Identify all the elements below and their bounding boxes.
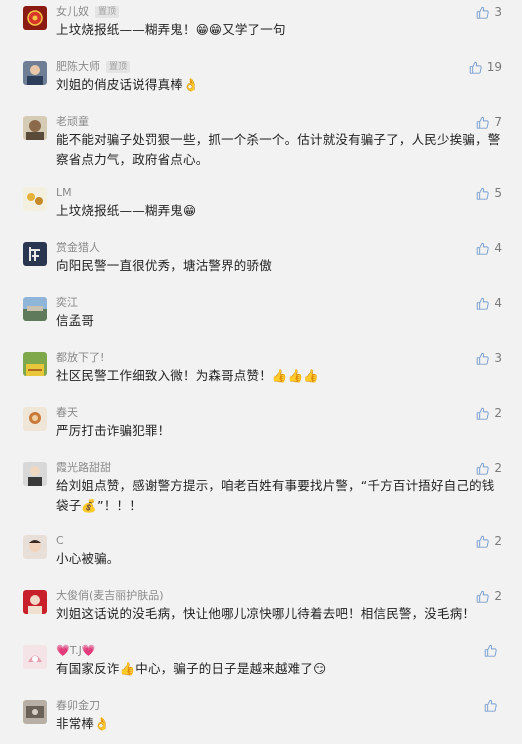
commenter-name: 赏金猎人 <box>56 241 100 255</box>
thumbs-up-icon <box>477 297 490 310</box>
like-button[interactable]: 4 <box>476 241 502 255</box>
thumbs-up-icon <box>477 242 490 255</box>
avatar[interactable] <box>23 590 47 614</box>
commenter-name: 霞光路甜甜 <box>56 461 111 475</box>
like-button[interactable]: 2 <box>476 461 502 475</box>
like-count: 2 <box>494 461 502 475</box>
commenter-name: 春天 <box>56 406 78 420</box>
avatar[interactable] <box>23 700 47 724</box>
commenter-name-text: C <box>56 534 64 547</box>
thumbs-up-icon <box>477 462 490 475</box>
commenter-name: 大俊俏(麦吉丽护肤品) <box>56 589 164 603</box>
commenter-name-text: 奕江 <box>56 296 78 309</box>
comment-text: 上坟烧报纸——糊弄鬼！😁😁又学了一句 <box>56 22 286 37</box>
commenter-name: 女儿奴 置顶 <box>56 5 120 19</box>
like-button[interactable]: 3 <box>476 5 502 19</box>
comment-text: 信孟哥 <box>56 313 95 328</box>
like-button[interactable] <box>484 699 502 712</box>
thumbs-up-icon <box>477 6 490 19</box>
like-button[interactable]: 3 <box>476 351 502 365</box>
comment-text: 给刘姐点赞，感谢警方提示，咱老百姓有事要找片警，“千方百计捂好自己的钱袋子💰”！… <box>56 478 495 513</box>
comment-text: 有国家反诈👍中心，骗子的日子是越来越难了😏 <box>56 661 327 676</box>
like-button[interactable] <box>484 644 502 657</box>
comment-text: 刘姐这话说的没毛病，快让他哪儿凉快哪儿待着去吧！相信民警，没毛病！ <box>56 606 476 621</box>
like-button[interactable]: 2 <box>476 534 502 548</box>
like-count: 4 <box>494 296 502 310</box>
commenter-name-text: 都放下了! <box>56 351 105 364</box>
like-button[interactable]: 4 <box>476 296 502 310</box>
like-button[interactable]: 5 <box>476 186 502 200</box>
comment-text: 能不能对骗子处罚狠一些，抓一个杀一个。估计就没有骗子了，人民少挨骗，警察省点力气… <box>56 132 501 167</box>
avatar[interactable] <box>23 297 47 321</box>
avatar[interactable] <box>23 187 47 211</box>
commenter-name-text: 大俊俏(麦吉丽护肤品) <box>56 589 164 602</box>
thumbs-up-icon <box>469 61 482 74</box>
like-count: 5 <box>494 186 502 200</box>
like-button[interactable]: 2 <box>476 406 502 420</box>
commenter-name-text: LM <box>56 186 72 199</box>
avatar[interactable] <box>23 645 47 669</box>
avatar[interactable] <box>23 61 47 85</box>
comment-text: 严厉打击诈骗犯罪！ <box>56 423 171 438</box>
thumbs-up-icon <box>484 699 497 712</box>
commenter-name: 奕江 <box>56 296 78 310</box>
commenter-name-text: 肥陈大师 <box>56 60 100 73</box>
like-count: 3 <box>494 351 502 365</box>
like-count: 2 <box>494 406 502 420</box>
thumbs-up-icon <box>477 187 490 200</box>
avatar[interactable] <box>23 407 47 431</box>
pinned-badge: 置顶 <box>106 61 131 73</box>
comment-text: 社区民警工作细致入微！为森哥点赞！👍👍👍 <box>56 368 320 383</box>
like-count: 2 <box>494 534 502 548</box>
avatar[interactable] <box>23 535 47 559</box>
commenter-name: C <box>56 534 64 548</box>
like-button[interactable]: 2 <box>476 589 502 603</box>
comment-text: 小心被骗。 <box>56 551 120 566</box>
commenter-name-text: 赏金猎人 <box>56 241 100 254</box>
like-count: 19 <box>486 60 502 74</box>
thumbs-up-icon <box>484 644 497 657</box>
thumbs-up-icon <box>477 116 490 129</box>
comment-text: 非常棒👌 <box>56 716 110 731</box>
thumbs-up-icon <box>477 407 490 420</box>
commenter-name-text: 春天 <box>56 406 78 419</box>
thumbs-up-icon <box>477 590 490 603</box>
commenter-name-text: 老顽童 <box>56 115 89 128</box>
commenter-name-text: 霞光路甜甜 <box>56 461 111 474</box>
comment-text: 刘姐的俏皮话说得真棒👌 <box>56 77 199 92</box>
like-count: 4 <box>494 241 502 255</box>
like-count: 7 <box>494 115 502 129</box>
avatar[interactable] <box>23 242 47 266</box>
like-button[interactable]: 7 <box>476 115 502 129</box>
commenter-name-text: 春卯金刀 <box>56 699 100 712</box>
like-count: 3 <box>494 5 502 19</box>
commenter-name: LM <box>56 186 72 200</box>
commenter-name: 都放下了! <box>56 351 104 365</box>
commenter-name-text: 💗T.J💗 <box>56 644 96 657</box>
avatar[interactable] <box>23 6 47 30</box>
comment-text: 向阳民警一直很优秀，塘沽警界的骄傲 <box>56 258 272 273</box>
thumbs-up-icon <box>477 352 490 365</box>
like-button[interactable]: 19 <box>469 60 502 74</box>
like-count: 2 <box>494 589 502 603</box>
comment-text: 上坟烧报纸——糊弄鬼😁 <box>56 203 197 218</box>
pinned-badge: 置顶 <box>95 6 120 18</box>
commenter-name: 💗T.J💗 <box>56 644 96 658</box>
avatar[interactable] <box>23 116 47 140</box>
commenter-name-text: 女儿奴 <box>56 5 89 18</box>
avatar[interactable] <box>23 462 47 486</box>
thumbs-up-icon <box>477 535 490 548</box>
commenter-name: 老顽童 <box>56 115 89 129</box>
commenter-name: 春卯金刀 <box>56 699 100 713</box>
commenter-name: 肥陈大师 置顶 <box>56 60 131 74</box>
avatar[interactable] <box>23 352 47 376</box>
